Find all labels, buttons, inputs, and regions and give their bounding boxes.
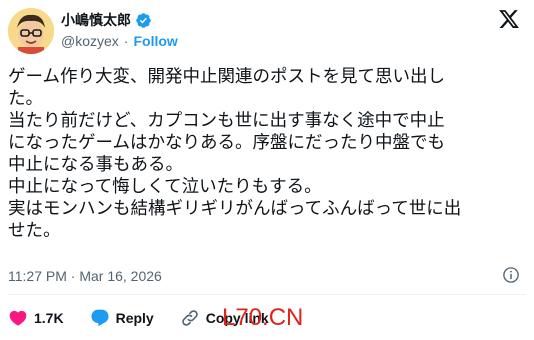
- post-timestamp[interactable]: 11:27 PM · Mar 16, 2026: [8, 268, 162, 284]
- reply-icon: [91, 309, 109, 327]
- reply-label: Reply: [115, 310, 154, 326]
- like-count: 1.7K: [34, 310, 64, 326]
- reply-button[interactable]: Reply: [90, 308, 154, 328]
- like-button[interactable]: 1.7K: [8, 308, 64, 328]
- post-text: ゲーム作り大変、開発中止関連のポストを見て思い出し た。 当たり前だけど、カプコ…: [8, 66, 526, 242]
- post-header: 小嶋慎太郎 @kozyex · Follow: [0, 0, 534, 62]
- handle-separator: ·: [123, 33, 129, 49]
- link-icon: [181, 310, 198, 326]
- x-logo-icon[interactable]: [498, 8, 520, 30]
- post-text-line: ゲーム作り大変、開発中止関連のポストを見て思い出し: [8, 67, 445, 87]
- author-display-name[interactable]: 小嶋慎太郎: [61, 10, 131, 30]
- post-text-line: せた。: [8, 221, 61, 241]
- author-handle[interactable]: @kozyex: [61, 33, 119, 49]
- info-icon[interactable]: [502, 266, 520, 284]
- verified-badge-icon: [136, 12, 151, 28]
- post-text-line: になったゲームはかなりある。序盤にだったり中盤でも: [8, 133, 445, 153]
- heart-icon: [9, 310, 27, 326]
- post-text-line: 実はモンハンも結構ギリギリがんばってふんばって世に出: [8, 199, 462, 219]
- post-text-line: 中止になる事もある。: [8, 155, 183, 175]
- follow-button[interactable]: Follow: [133, 33, 177, 49]
- post-text-line: 当たり前だけど、カプコンも世に出す事なく途中で中止: [8, 111, 445, 131]
- divider: [8, 294, 526, 295]
- watermark-text: L70.CN: [222, 304, 304, 331]
- avatar[interactable]: [8, 8, 54, 54]
- post-text-line: た。: [8, 89, 43, 109]
- post-text-line: 中止になって悔しくて泣いたりもする。: [8, 177, 322, 197]
